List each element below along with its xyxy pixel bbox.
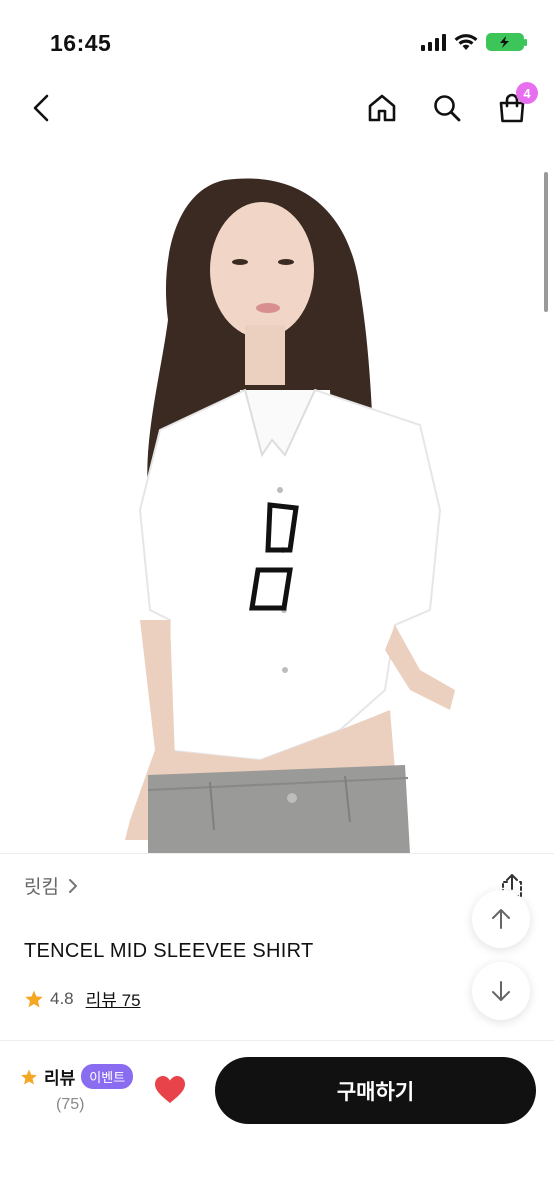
status-icons xyxy=(421,33,527,51)
search-button[interactable] xyxy=(425,86,469,130)
arrow-down-icon xyxy=(492,981,510,1001)
arrow-up-icon xyxy=(492,909,510,929)
star-icon xyxy=(21,1069,37,1084)
back-icon xyxy=(33,94,49,122)
home-icon xyxy=(368,94,396,122)
like-button[interactable] xyxy=(150,1070,190,1110)
cart-button[interactable]: 4 xyxy=(490,82,538,130)
rating-row: 4.8 리뷰 75 xyxy=(24,986,141,1011)
top-nav: 4 xyxy=(0,80,554,138)
event-badge: 이벤트 xyxy=(81,1064,134,1089)
battery-icon xyxy=(486,33,527,51)
scroll-down-button[interactable] xyxy=(472,962,530,1020)
buy-button[interactable]: 구매하기 xyxy=(215,1057,536,1124)
bottom-review-count: (75) xyxy=(56,1096,85,1113)
heart-icon xyxy=(155,1076,185,1103)
review-count-link[interactable]: 리뷰 75 xyxy=(86,986,141,1011)
search-icon xyxy=(434,95,461,122)
product-image[interactable] xyxy=(0,150,554,853)
rating-score: 4.8 xyxy=(50,988,74,1008)
brand-link[interactable]: 릿킴 xyxy=(24,872,79,899)
wifi-icon xyxy=(454,34,478,50)
status-bar: 16:45 xyxy=(0,0,554,80)
bottom-review-button[interactable]: 리뷰 이벤트 xyxy=(20,1064,134,1089)
star-icon xyxy=(25,990,43,1007)
cellular-signal-icon xyxy=(421,33,446,51)
chevron-right-icon xyxy=(68,878,77,893)
brand-name: 릿킴 xyxy=(24,877,59,898)
page-scrollbar[interactable] xyxy=(544,172,548,312)
scroll-to-top-button[interactable] xyxy=(472,890,530,948)
home-button[interactable] xyxy=(360,86,404,130)
product-photo-illustration xyxy=(125,178,455,853)
cart-count-badge: 4 xyxy=(516,82,538,104)
image-divider xyxy=(0,853,554,854)
status-time: 16:45 xyxy=(50,30,112,56)
product-title: TENCEL MID SLEEVEE SHIRT xyxy=(24,940,314,962)
bottom-review-label: 리뷰 xyxy=(44,1069,76,1088)
back-button[interactable] xyxy=(20,86,64,130)
bottom-bar-divider xyxy=(0,1040,554,1041)
